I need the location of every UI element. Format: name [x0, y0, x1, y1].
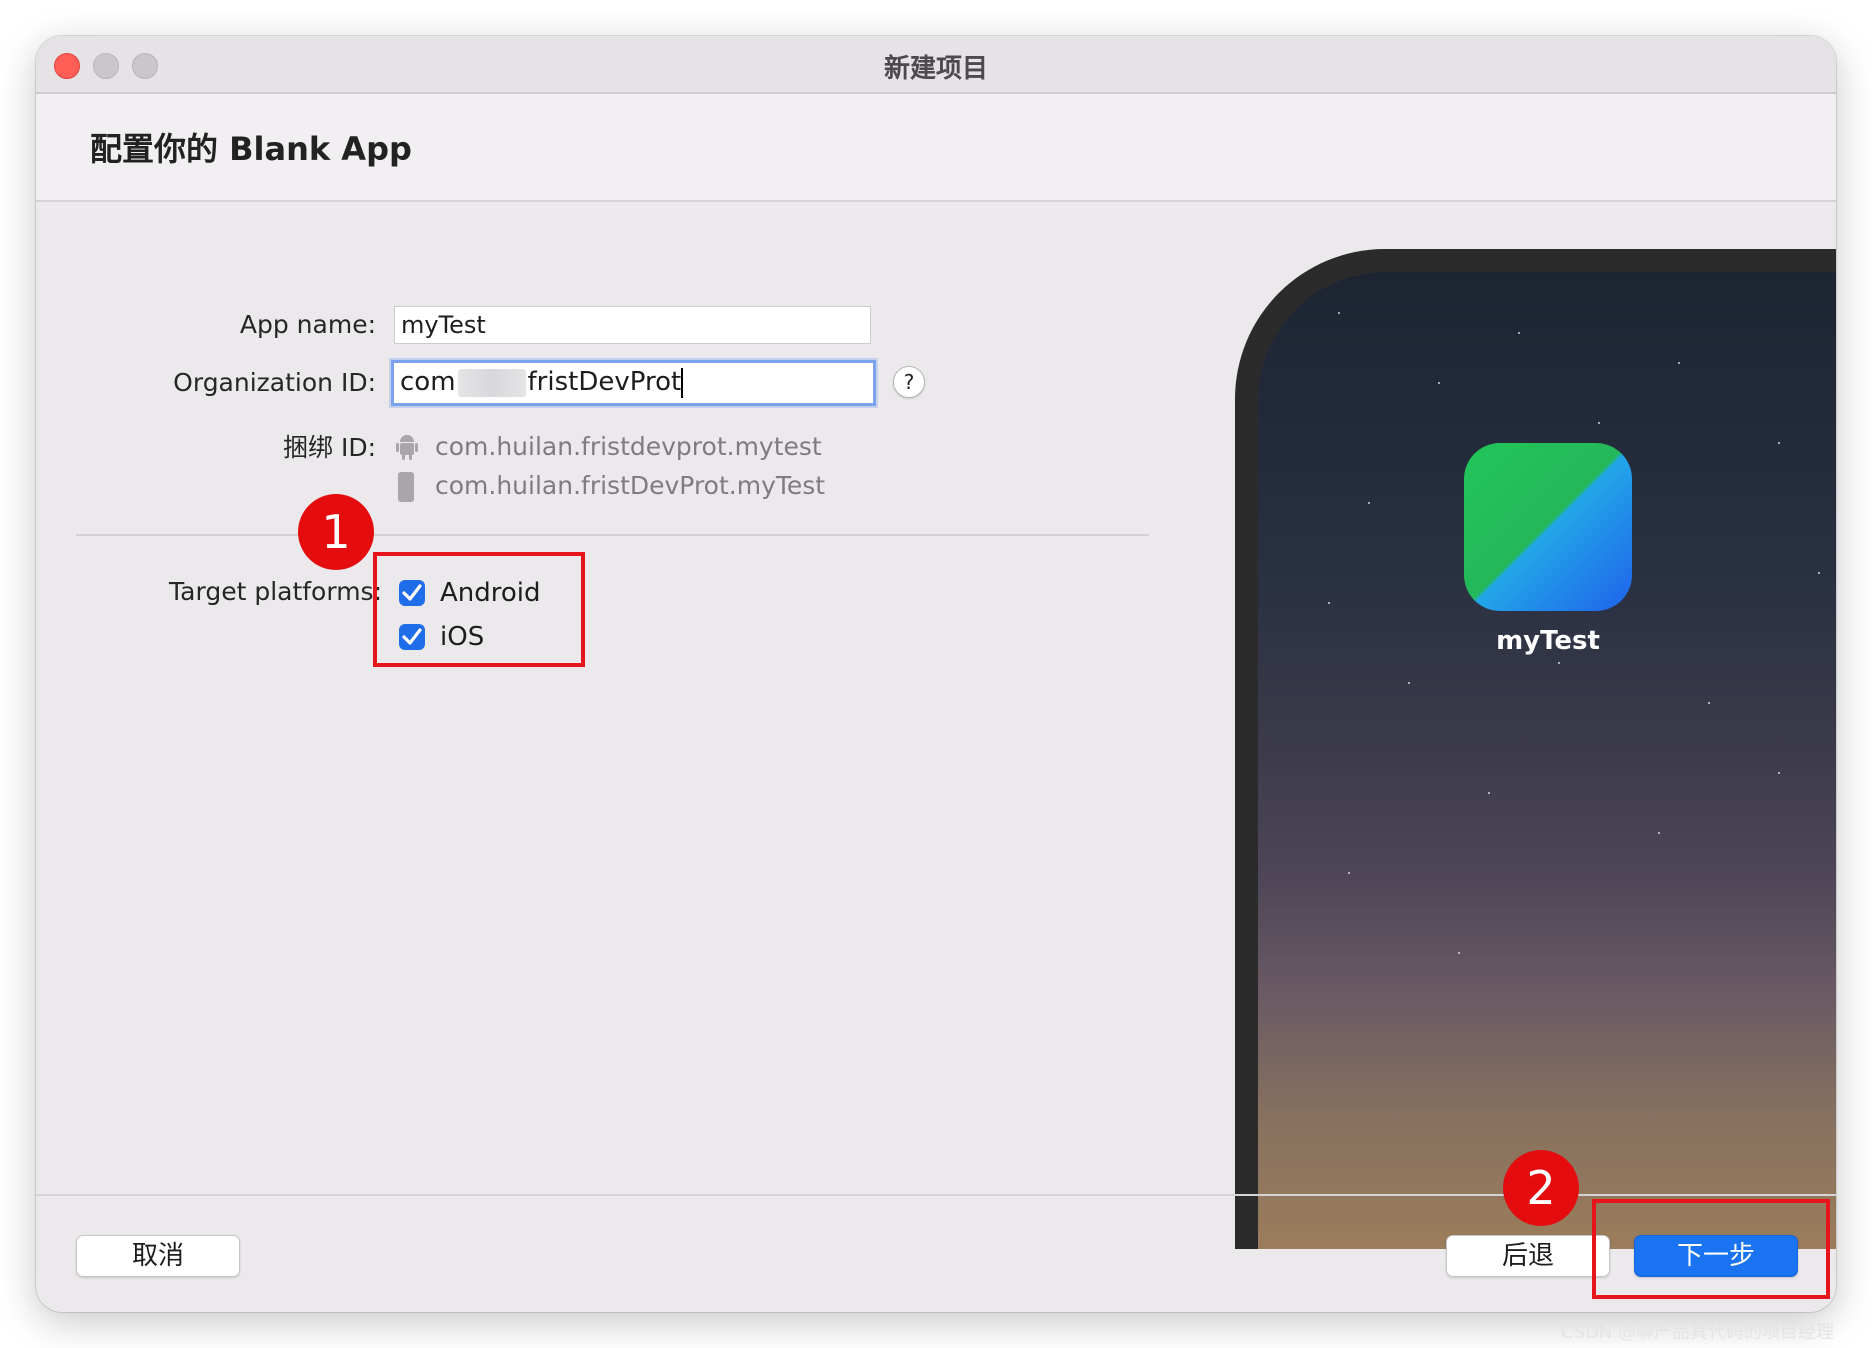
org-id-prefix: com [400, 367, 456, 397]
page-header: 配置你的 Blank App [36, 94, 1836, 202]
page-title: 配置你的 Blank App [90, 130, 412, 168]
phone-preview [1235, 249, 1836, 1249]
org-id-suffix: fristDevProt [527, 367, 682, 397]
text-caret [681, 367, 684, 398]
cancel-button[interactable]: 取消 [76, 1235, 240, 1277]
app-icon [1464, 443, 1632, 611]
annotation-badge-1: 1 [298, 494, 374, 570]
section-divider [76, 534, 1149, 536]
bundle-id-android: com.huilan.fristdevprot.mytest [435, 432, 822, 461]
bundle-id-ios: com.huilan.fristDevProt.myTest [435, 471, 826, 500]
target-platforms-label: Target platforms: [169, 577, 382, 606]
annotation-highlight-platforms [373, 552, 585, 667]
preview-app-name: myTest [1496, 626, 1600, 656]
bundle-id-label: 捆绑 ID: [283, 433, 376, 462]
window-title: 新建项目 [883, 54, 988, 84]
iphone-icon [398, 472, 414, 502]
redacted-text [457, 368, 526, 397]
app-name-label: App name: [239, 310, 376, 339]
phone-screen [1258, 272, 1836, 1249]
app-name-input[interactable]: myTest [394, 306, 871, 344]
title-bar: 新建项目 [36, 36, 1836, 94]
help-button[interactable]: ? [893, 366, 925, 398]
org-id-label: Organization ID: [173, 368, 376, 397]
annotation-highlight-next [1592, 1199, 1830, 1299]
back-button[interactable]: 后退 [1446, 1235, 1610, 1277]
annotation-badge-2: 2 [1503, 1150, 1579, 1226]
org-id-input[interactable]: com fristDevProt [391, 360, 876, 406]
watermark: CSDN @聊产品其代码的项目经理 [1560, 1322, 1834, 1343]
new-project-dialog: 新建项目 配置你的 Blank App App name: myTest Org… [36, 36, 1836, 1312]
android-icon [396, 435, 418, 460]
